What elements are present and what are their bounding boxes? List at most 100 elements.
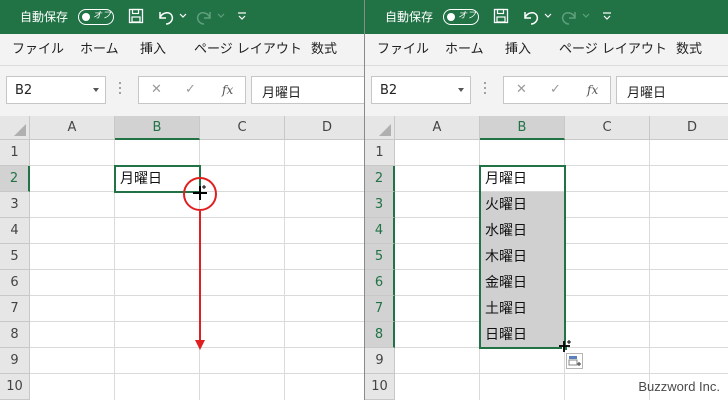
select-all-triangle-icon (379, 124, 391, 136)
select-all-button[interactable] (0, 116, 30, 140)
enter-icon[interactable]: ✓ (550, 82, 561, 97)
left-excel-window: 自動保存 オフ ファイル ホーム 挿入 ページ レイアウト 数式 B2 ✕ ✓ … (0, 0, 364, 400)
gridline (30, 295, 364, 296)
row-header-8[interactable]: 8 (365, 322, 395, 348)
row-header-6[interactable]: 6 (365, 270, 395, 296)
gridline (30, 269, 364, 270)
name-box-dropdown-icon[interactable] (93, 88, 99, 92)
name-box-dropdown-icon[interactable] (458, 88, 464, 92)
tab-page-layout[interactable]: ページ レイアウト (559, 42, 667, 58)
undo-dropdown-icon[interactable] (544, 13, 552, 19)
gridline (649, 140, 650, 400)
tab-file[interactable]: ファイル (12, 42, 64, 58)
tab-home[interactable]: ホーム (445, 42, 484, 58)
title-bar: 自動保存 オフ (365, 0, 728, 34)
name-box[interactable]: B2 (371, 76, 471, 104)
formula-input[interactable]: 月曜日 (616, 76, 728, 104)
row-header-3[interactable]: 3 (365, 192, 395, 218)
row-header-2[interactable]: 2 (365, 166, 395, 192)
formula-bar-grip-icon[interactable] (119, 82, 122, 97)
gridline (30, 373, 364, 374)
row-header-8[interactable]: 8 (0, 322, 30, 348)
select-all-triangle-icon (14, 124, 26, 136)
formula-value: 月曜日 (627, 86, 667, 101)
undo-icon[interactable] (521, 8, 541, 26)
row-header-6[interactable]: 6 (0, 270, 30, 296)
row-header-1[interactable]: 1 (365, 140, 395, 166)
save-icon[interactable] (128, 8, 144, 24)
column-header-d[interactable]: D (650, 116, 728, 140)
autosave-toggle[interactable]: オフ (443, 9, 479, 25)
annotation-drag-arrow-line (199, 211, 201, 341)
row-header-9[interactable]: 9 (0, 348, 30, 374)
annotation-arrow-head (195, 340, 205, 350)
toggle-knob (447, 12, 455, 21)
right-excel-window: 自動保存 オフ ファイル ホーム 挿入 ページ レイアウト 数式 B2 ✕ ✓ … (365, 0, 728, 400)
row-header-5[interactable]: 5 (365, 244, 395, 270)
name-box-value: B2 (380, 83, 398, 98)
row-header-5[interactable]: 5 (0, 244, 30, 270)
insert-function-icon[interactable]: fx (587, 83, 598, 97)
autosave-label: 自動保存 (385, 10, 434, 24)
watermark: Buzzword Inc. (638, 379, 720, 394)
row-header-2[interactable]: 2 (0, 166, 30, 192)
column-header-b[interactable]: B (115, 116, 200, 140)
column-header-a[interactable]: A (395, 116, 480, 140)
undo-dropdown-icon[interactable] (179, 13, 187, 19)
formula-bar-grip-icon[interactable] (484, 82, 487, 97)
tab-page-layout[interactable]: ページ レイアウト (194, 42, 302, 58)
save-icon[interactable] (493, 8, 509, 24)
tab-home[interactable]: ホーム (80, 42, 119, 58)
customize-qat-icon[interactable] (602, 11, 612, 21)
formula-value: 月曜日 (262, 86, 302, 101)
redo-dropdown-icon (217, 13, 225, 18)
tab-file[interactable]: ファイル (377, 42, 429, 58)
move-cursor-icon (559, 340, 571, 352)
autosave-toggle[interactable]: オフ (78, 9, 114, 25)
worksheet-grid: A B C D 1 2 3 4 5 6 7 8 9 10 月曜日 火曜日 水曜日… (365, 116, 728, 400)
row-header-7[interactable]: 7 (0, 296, 30, 322)
redo-icon (561, 12, 576, 25)
selection-range-border (479, 165, 566, 349)
row-header-1[interactable]: 1 (0, 140, 30, 166)
row-header-4[interactable]: 4 (365, 218, 395, 244)
column-header-c[interactable]: C (200, 116, 285, 140)
toggle-text: オフ (93, 11, 112, 21)
row-header-9[interactable]: 9 (365, 348, 395, 374)
row-header-4[interactable]: 4 (0, 218, 30, 244)
tab-insert[interactable]: 挿入 (505, 42, 531, 58)
toggle-text: オフ (458, 11, 477, 21)
row-header-10[interactable]: 10 (365, 374, 395, 400)
formula-buttons: ✕ ✓ fx (503, 76, 611, 104)
column-header-b[interactable]: B (480, 116, 565, 140)
undo-icon[interactable] (156, 8, 176, 26)
customize-qat-icon[interactable] (237, 11, 247, 21)
name-box[interactable]: B2 (6, 76, 106, 104)
redo-icon (196, 12, 211, 25)
worksheet-grid: A B C D 1 2 3 4 5 6 7 8 9 10 月曜日 (0, 116, 364, 400)
formula-bar: B2 ✕ ✓ fx 月曜日 (0, 66, 364, 116)
row-header-3[interactable]: 3 (0, 192, 30, 218)
cancel-icon[interactable]: ✕ (516, 82, 527, 97)
gridline (30, 243, 364, 244)
auto-fill-options-button[interactable] (566, 353, 583, 369)
formula-input[interactable]: 月曜日 (251, 76, 364, 104)
tab-formulas[interactable]: 数式 (676, 42, 702, 58)
cancel-icon[interactable]: ✕ (151, 82, 162, 97)
tab-insert[interactable]: 挿入 (140, 42, 166, 58)
gridline (395, 373, 728, 374)
column-header-c[interactable]: C (565, 116, 650, 140)
title-bar: 自動保存 オフ (0, 0, 364, 34)
column-header-d[interactable]: D (285, 116, 364, 140)
select-all-button[interactable] (365, 116, 395, 140)
row-header-7[interactable]: 7 (365, 296, 395, 322)
column-header-a[interactable]: A (30, 116, 115, 140)
redo-dropdown-icon (582, 13, 590, 18)
auto-fill-options-icon (568, 356, 581, 366)
autosave-label: 自動保存 (20, 10, 69, 24)
tab-formulas[interactable]: 数式 (311, 42, 337, 58)
enter-icon[interactable]: ✓ (185, 82, 196, 97)
insert-function-icon[interactable]: fx (222, 83, 233, 97)
row-header-10[interactable]: 10 (0, 374, 30, 400)
gridline (30, 217, 364, 218)
